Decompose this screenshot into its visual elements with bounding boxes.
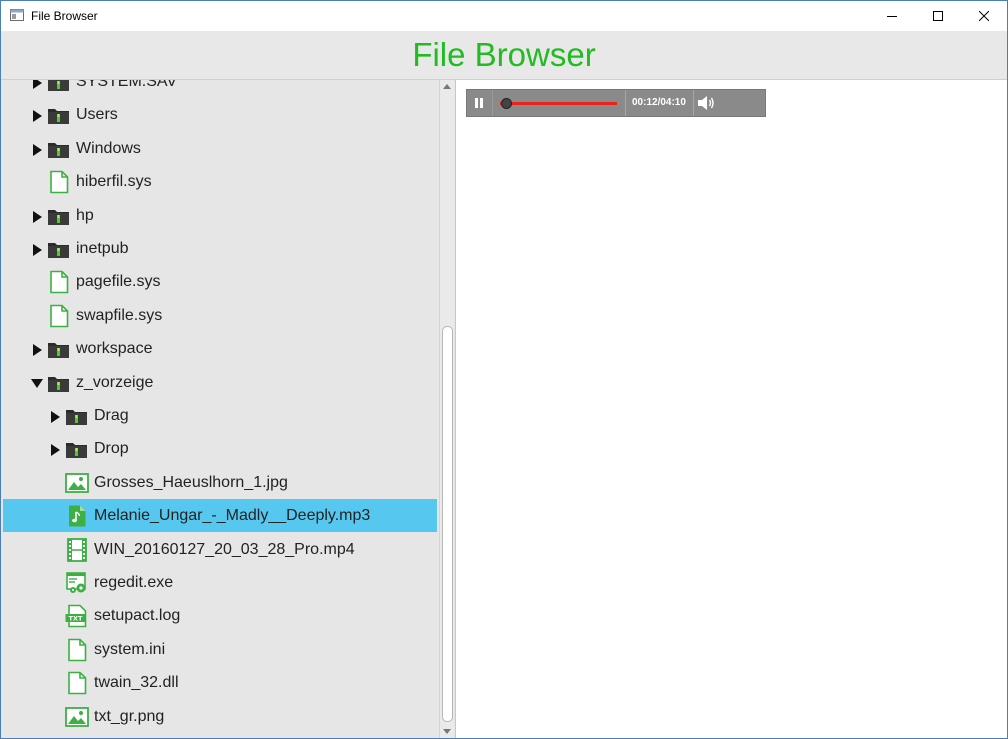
tree-file-row[interactable]: txt_gr.png [3, 700, 437, 733]
tree-file-row[interactable]: Melanie_Ungar_-_Madly__Deeply.mp3 [3, 499, 437, 533]
volume-icon[interactable] [697, 95, 717, 111]
audio-player: 00:12/04:10 [466, 89, 766, 117]
seek-slider[interactable] [500, 98, 617, 109]
scroll-up-icon[interactable] [443, 84, 451, 89]
svg-text:TXT: TXT [69, 615, 83, 623]
preview-pane: 00:12/04:10 [457, 80, 1007, 738]
expand-arrow-right-icon[interactable] [33, 244, 42, 256]
tree-folder-row[interactable]: Drop [3, 432, 437, 465]
folder-icon [47, 103, 71, 127]
expand-arrow-down-icon[interactable] [31, 378, 43, 388]
scroll-thumb[interactable] [442, 326, 453, 722]
tree-item-label: system.ini [94, 640, 166, 658]
tree-folder-row[interactable]: workspace [3, 332, 437, 365]
tree-item-label: Drag [94, 407, 129, 424]
header-title: File Browser [412, 36, 596, 73]
expand-arrow-right-icon[interactable] [51, 411, 60, 423]
tree-folder-row[interactable]: Windows [3, 132, 437, 165]
tree-item-label: swapfile.sys [76, 306, 163, 324]
folder-icon [65, 437, 89, 461]
player-divider-2 [693, 90, 694, 116]
scroll-down-icon[interactable] [443, 729, 451, 734]
tree-item-label: txt_gr.png [94, 707, 165, 725]
tree-item-label: SYSTEM.SAV [76, 80, 178, 90]
maximize-icon [933, 11, 943, 21]
close-icon [979, 11, 989, 21]
folder-icon [47, 204, 71, 228]
tree-item-label: setupact.log [94, 607, 181, 625]
tree-item-label: Users [76, 106, 118, 124]
tree-file-row[interactable]: system.ini [3, 633, 437, 666]
tree-item-label: hp [76, 206, 94, 224]
minimize-button[interactable] [869, 1, 915, 31]
tree-item-label: WIN_20160127_20_03_28_Pro.mp4 [94, 540, 355, 558]
executable-file-icon [65, 571, 89, 595]
folder-icon [47, 237, 71, 261]
tree-folder-row[interactable]: Drag [3, 399, 437, 432]
app-window: File Browser File Browser SYSTEM.SAV User… [0, 0, 1008, 739]
tree-folder-row[interactable]: z_vorzeige [3, 366, 437, 399]
play-pause-button[interactable] [467, 90, 493, 116]
file-icon [65, 671, 89, 695]
file-tree[interactable]: SYSTEM.SAV Users Windows hiberfil.sys hp inet… [1, 80, 456, 738]
tree-item-label: inetpub [76, 240, 129, 257]
folder-icon [47, 337, 71, 361]
tree-folder-row[interactable]: hp [3, 199, 437, 232]
player-divider [625, 90, 626, 116]
folder-icon [47, 137, 71, 161]
window-title: File Browser [31, 9, 98, 23]
tree-folder-row[interactable]: SYSTEM.SAV [3, 80, 437, 98]
tree-file-row[interactable]: TXT setupact.log [3, 599, 437, 632]
expand-arrow-right-icon[interactable] [33, 344, 42, 357]
tree-scrollbar[interactable] [439, 80, 454, 738]
folder-icon [47, 80, 71, 94]
pause-icon-bar [480, 98, 483, 108]
folder-icon [65, 404, 89, 428]
tree-item-label: Drop [94, 440, 129, 458]
app-header: File Browser [1, 31, 1007, 80]
maximize-button[interactable] [915, 1, 961, 31]
expand-arrow-right-icon[interactable] [33, 110, 42, 123]
tree-item-label: Melanie_Ungar_-_Madly__Deeply.mp3 [94, 507, 371, 525]
tree-item-label: workspace [76, 340, 153, 358]
tree-item-label: regedit.exe [94, 574, 174, 591]
tree-folder-row[interactable]: inetpub [3, 232, 437, 265]
tree-file-row[interactable]: swapfile.sys [3, 299, 437, 332]
app-icon [10, 9, 24, 21]
tree-item-label: pagefile.sys [76, 273, 161, 291]
expand-arrow-right-icon[interactable] [33, 143, 42, 156]
tree-file-row[interactable]: pagefile.sys [3, 265, 437, 298]
folder-icon [47, 371, 71, 395]
video-file-icon [65, 537, 89, 562]
file-icon [47, 304, 71, 328]
tree-folder-row[interactable]: Users [3, 98, 437, 131]
audio-file-icon [65, 504, 89, 528]
tree-item-label: Windows [76, 139, 141, 157]
tree-file-row[interactable]: regedit.exe [3, 566, 437, 599]
expand-arrow-right-icon[interactable] [33, 80, 42, 89]
tree-item-label: hiberfil.sys [76, 173, 152, 191]
file-icon [47, 170, 71, 194]
tree-file-row[interactable]: hiberfil.sys [3, 165, 437, 198]
pause-icon [475, 98, 478, 108]
time-display: 00:12/04:10 [632, 97, 686, 108]
tree-item-label: twain_32.dll [94, 674, 179, 692]
close-button[interactable] [961, 1, 1007, 31]
file-icon [65, 638, 89, 662]
seek-thumb[interactable] [500, 98, 512, 109]
tree-item-label: z_vorzeige [76, 373, 154, 391]
tree-file-row[interactable]: Grosses_Haeuslhorn_1.jpg [3, 466, 437, 499]
image-file-icon [65, 705, 89, 729]
expand-arrow-right-icon[interactable] [33, 210, 42, 223]
seek-progress [500, 102, 617, 105]
title-bar[interactable]: File Browser [1, 1, 1007, 31]
tree-file-row[interactable]: WIN_20160127_20_03_28_Pro.mp4 [3, 533, 437, 566]
image-file-icon [65, 471, 89, 495]
expand-arrow-right-icon[interactable] [51, 444, 60, 457]
tree-item-label: Grosses_Haeuslhorn_1.jpg [94, 473, 288, 491]
file-icon [47, 270, 71, 294]
minimize-icon [887, 16, 897, 17]
tree-file-row[interactable]: twain_32.dll [3, 666, 437, 699]
text-file-icon: TXT [65, 604, 89, 628]
